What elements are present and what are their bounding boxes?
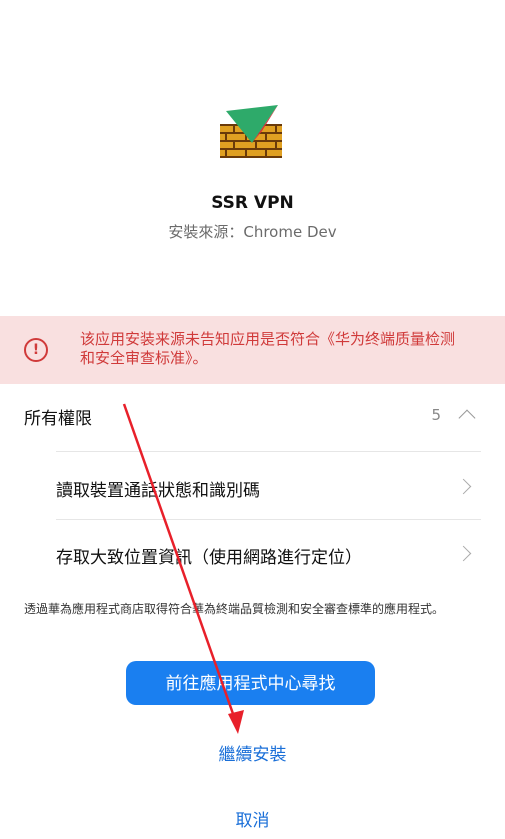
- permissions-title: 所有權限: [24, 409, 92, 429]
- warning-text: 该应用安装来源未告知应用是否符合《华为终端质量检测和安全审查标准》。: [80, 330, 456, 367]
- continue-install-button[interactable]: 繼續安裝: [0, 740, 505, 765]
- firewall-app-icon: [220, 105, 282, 158]
- permission-item[interactable]: 讀取裝置通話狀態和識別碼: [56, 454, 481, 520]
- permissions-count: 5: [431, 406, 441, 424]
- divider: [56, 451, 481, 452]
- permissions-header[interactable]: 所有權限 5: [24, 404, 481, 434]
- chevron-right-icon: [455, 545, 472, 562]
- warning-icon: !: [24, 338, 48, 362]
- permission-label: 存取大致位置資訊（使用網路進行定位）: [56, 548, 362, 568]
- permission-item[interactable]: 存取大致位置資訊（使用網路進行定位）: [56, 521, 481, 587]
- store-notice: 透過華為應用程式商店取得符合華為終端品質檢測和安全審查標準的應用程式。: [24, 602, 445, 616]
- open-app-center-button[interactable]: 前往應用程式中心尋找: [126, 661, 375, 705]
- chevron-up-icon[interactable]: [458, 409, 476, 427]
- warning-banner: ! 该应用安装来源未告知应用是否符合《华为终端质量检测和安全审查标准》。: [0, 316, 505, 384]
- divider: [56, 519, 481, 520]
- install-source: 安裝來源：Chrome Dev: [168, 223, 337, 241]
- cancel-button[interactable]: 取消: [0, 806, 505, 831]
- app-name: SSR VPN: [211, 193, 294, 213]
- permission-label: 讀取裝置通話狀態和識別碼: [56, 481, 260, 501]
- chevron-right-icon: [455, 478, 472, 495]
